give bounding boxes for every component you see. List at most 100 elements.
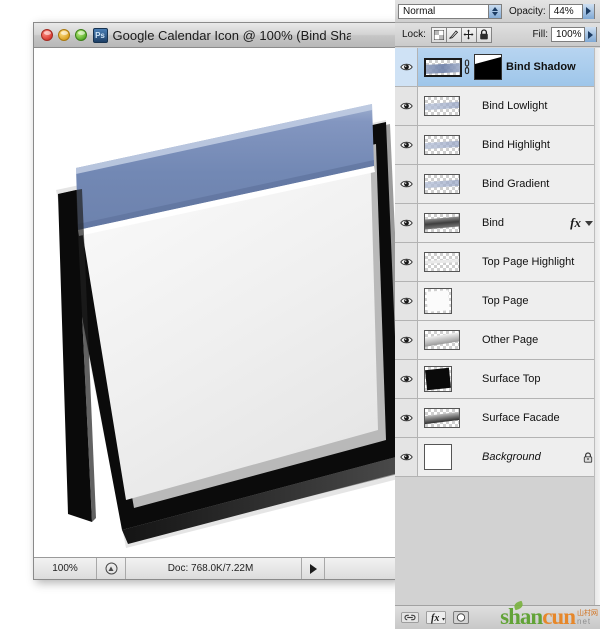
layer-visibility-toggle[interactable] — [395, 282, 418, 320]
layer-visibility-toggle[interactable] — [395, 399, 418, 437]
artwork-calendar-icon — [34, 48, 397, 557]
zoom-level-field[interactable]: 100% — [34, 558, 97, 579]
layer-name: Bind Gradient — [482, 178, 550, 190]
layer-visibility-toggle[interactable] — [395, 321, 418, 359]
layer-thumbnail-cell — [418, 54, 502, 80]
layer-thumbnail-cell — [418, 366, 478, 392]
layer-visibility-toggle[interactable] — [395, 243, 418, 281]
eye-icon — [399, 452, 413, 462]
opacity-slider-arrow-icon[interactable] — [581, 3, 594, 19]
eye-icon — [399, 218, 413, 228]
maximize-button[interactable] — [75, 29, 87, 41]
blend-mode-stepper-icon[interactable] — [488, 4, 501, 18]
layer-visibility-toggle[interactable] — [395, 126, 418, 164]
table-row[interactable]: Background — [395, 438, 600, 477]
layer-visibility-toggle[interactable] — [395, 87, 418, 125]
layer-name: Bind Highlight — [482, 139, 550, 151]
layer-name: Background — [482, 451, 541, 463]
table-row[interactable]: Bind Gradient — [395, 165, 600, 204]
fill-value: 100% — [556, 29, 582, 40]
layer-visibility-toggle[interactable] — [395, 48, 418, 86]
document-size-info: Doc: 768.0K/7.22M — [167, 563, 254, 574]
close-button[interactable] — [41, 29, 53, 41]
layer-name: Bind — [482, 217, 505, 229]
layer-name: Bind Lowlight — [482, 100, 548, 112]
layer-visibility-toggle[interactable] — [395, 360, 418, 398]
table-row[interactable]: Other Page — [395, 321, 600, 360]
layer-thumbnail-cell — [418, 213, 478, 233]
table-row[interactable]: Bind Shadow — [395, 48, 600, 87]
chevron-down-icon[interactable] — [585, 220, 593, 226]
layer-thumbnail[interactable] — [424, 135, 460, 155]
status-expand-arrow[interactable] — [301, 558, 325, 579]
eye-icon — [399, 179, 413, 189]
layer-visibility-toggle[interactable] — [395, 438, 418, 476]
eye-icon — [399, 374, 413, 384]
table-row[interactable]: Top Page Highlight — [395, 243, 600, 282]
layer-name: Top Page — [482, 295, 529, 307]
lock-image-pixels-icon[interactable] — [445, 26, 462, 43]
lock-button-group — [430, 26, 492, 43]
layer-thumbnail[interactable] — [424, 444, 452, 470]
table-row[interactable]: Surface Facade — [395, 399, 600, 438]
layer-thumbnail[interactable] — [424, 252, 460, 272]
lock-label: Lock: — [402, 29, 426, 40]
layer-list[interactable]: Bind Shadow Bind Lowlight Bind Highlight Bi… — [395, 48, 600, 605]
blend-mode-select[interactable]: Normal — [398, 3, 502, 19]
layer-visibility-toggle[interactable] — [395, 204, 418, 242]
lock-position-icon[interactable] — [460, 26, 477, 43]
layer-list-empty-area — [395, 477, 600, 597]
layer-thumbnail[interactable] — [424, 174, 460, 194]
table-row[interactable]: Bind fx — [395, 204, 600, 243]
eye-icon — [399, 62, 413, 72]
layers-panel-scrollbar[interactable] — [594, 48, 600, 605]
layer-thumbnail[interactable] — [424, 366, 452, 392]
layer-name: Bind Shadow — [506, 61, 576, 73]
layer-visibility-toggle[interactable] — [395, 165, 418, 203]
lock-transparency-icon[interactable] — [430, 26, 447, 43]
layer-name: Top Page Highlight — [482, 256, 575, 268]
fill-label: Fill: — [532, 29, 548, 40]
layer-thumbnail[interactable] — [424, 408, 460, 428]
window-controls — [34, 29, 87, 41]
opacity-input[interactable]: 44% — [548, 3, 595, 19]
layer-rows-container: Bind Shadow Bind Lowlight Bind Highlight Bi… — [395, 48, 600, 477]
layer-mask-thumbnail[interactable] — [474, 54, 502, 80]
document-titlebar[interactable]: Ps Google Calendar Icon @ 100% (Bind Sha… — [34, 23, 397, 48]
lock-icon — [583, 451, 593, 463]
layer-thumbnail-cell — [418, 444, 478, 470]
eye-icon — [399, 335, 413, 345]
canvas-area[interactable] — [34, 48, 397, 557]
document-window: Ps Google Calendar Icon @ 100% (Bind Sha… — [33, 22, 398, 580]
table-row[interactable]: Bind Highlight — [395, 126, 600, 165]
layer-thumbnail[interactable] — [424, 288, 452, 314]
layer-thumbnail-cell — [418, 252, 478, 272]
minimize-button[interactable] — [58, 29, 70, 41]
document-title-container: Ps Google Calendar Icon @ 100% (Bind Sha… — [34, 23, 397, 48]
layer-thumbnail-cell — [418, 408, 478, 428]
eye-icon — [399, 413, 413, 423]
table-row[interactable]: Top Page — [395, 282, 600, 321]
layer-thumbnail[interactable] — [424, 57, 462, 77]
page-title: Google Calendar Icon @ 100% (Bind Shad — [112, 28, 351, 43]
mask-link-icon[interactable] — [463, 59, 472, 75]
fill-input[interactable]: 100% — [551, 27, 597, 42]
table-row[interactable]: Bind Lowlight — [395, 87, 600, 126]
layer-thumbnail[interactable] — [424, 213, 460, 233]
link-layers-icon[interactable] — [401, 610, 419, 626]
layer-thumbnail-cell — [418, 174, 478, 194]
layers-panel-topbar: Normal Opacity: 44% — [395, 0, 600, 23]
layer-effects-fx-icon[interactable]: fx — [570, 215, 581, 231]
opacity-value: 44% — [553, 5, 574, 17]
layer-style-fx-icon[interactable]: fx — [426, 610, 446, 626]
status-preview-icon[interactable] — [97, 558, 126, 579]
layer-thumbnail-cell — [418, 330, 478, 350]
blend-mode-label: Normal — [403, 5, 436, 17]
eye-icon — [399, 296, 413, 306]
layer-thumbnail[interactable] — [424, 96, 460, 116]
layer-thumbnail[interactable] — [424, 330, 460, 350]
fill-slider-arrow-icon[interactable] — [584, 27, 596, 42]
add-layer-mask-icon[interactable] — [453, 610, 469, 626]
table-row[interactable]: Surface Top — [395, 360, 600, 399]
lock-all-icon[interactable] — [475, 26, 492, 43]
